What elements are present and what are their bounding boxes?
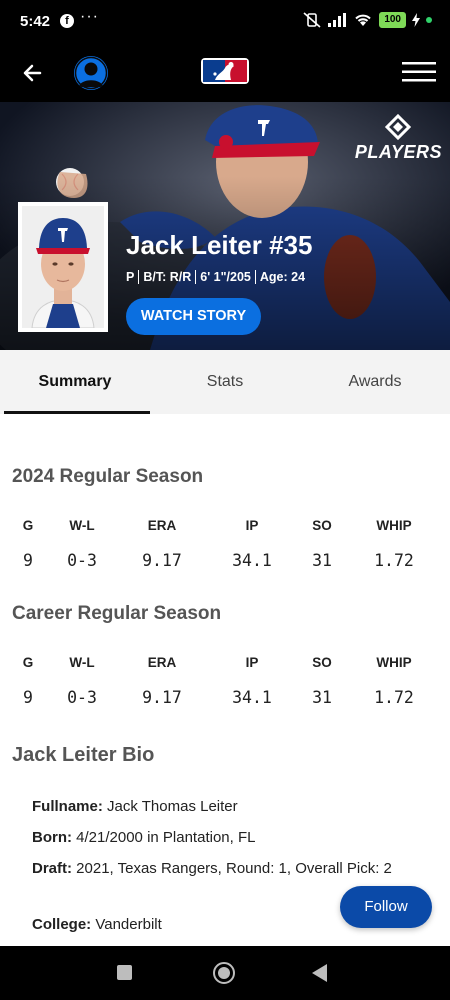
status-bar: 5:42 f ··· 100 bbox=[0, 0, 450, 44]
players-logo-text: PLAYERS bbox=[354, 142, 442, 162]
status-icons: 100 bbox=[303, 12, 432, 28]
hamburger-menu-icon bbox=[402, 62, 436, 82]
facebook-notification-icon: f bbox=[60, 14, 74, 28]
player-headshot bbox=[18, 202, 108, 332]
mlb-players-logo: PLAYERS bbox=[354, 114, 442, 164]
wifi-icon bbox=[355, 14, 372, 26]
bio-draft-value: 2021, Texas Rangers, Round: 1, Overall P… bbox=[76, 860, 392, 877]
status-time: 5:42 bbox=[20, 13, 51, 30]
mlb-logo-icon bbox=[201, 58, 249, 84]
season-stats-header: G W-L ERA IP SO WHIP bbox=[0, 518, 450, 538]
stat-header: SO bbox=[312, 518, 332, 533]
stat-value: 9.17 bbox=[142, 551, 182, 570]
stat-value: 9.17 bbox=[142, 688, 182, 707]
player-portrait-icon bbox=[22, 206, 104, 328]
stat-value: 34.1 bbox=[232, 551, 272, 570]
stat-value: 0-3 bbox=[67, 688, 97, 707]
bio-fullname-value: Jack Thomas Leiter bbox=[107, 798, 238, 815]
stat-header: IP bbox=[245, 518, 259, 533]
bio-born-value: 4/21/2000 in Plantation, FL bbox=[76, 829, 256, 846]
stat-header: W-L bbox=[69, 518, 95, 533]
career-title: Career Regular Season bbox=[12, 603, 222, 624]
stat-value: 31 bbox=[312, 688, 332, 707]
stat-header: IP bbox=[245, 655, 259, 670]
bio-fullname-label: Fullname: bbox=[32, 798, 103, 815]
follow-button[interactable]: Follow bbox=[340, 886, 432, 928]
stat-header: W-L bbox=[69, 655, 95, 670]
stat-value: 31 bbox=[312, 551, 332, 570]
meta-divider bbox=[195, 270, 197, 284]
bio-fullname: Fullname: Jack Thomas Leiter bbox=[32, 793, 422, 821]
arrow-left-icon bbox=[23, 64, 42, 82]
player-height-weight: 6' 1"/205 bbox=[200, 270, 251, 284]
stat-value: 9 bbox=[23, 688, 33, 707]
stat-header: G bbox=[22, 655, 34, 670]
stat-header: SO bbox=[312, 655, 332, 670]
stat-header: WHIP bbox=[376, 518, 412, 533]
career-stats-values: 9 0-3 9.17 34.1 31 1.72 bbox=[0, 688, 450, 708]
season-title: 2024 Regular Season bbox=[12, 466, 204, 487]
player-age: Age: 24 bbox=[259, 270, 306, 284]
mlb-logo[interactable] bbox=[201, 58, 249, 84]
meta-divider bbox=[254, 270, 256, 284]
user-avatar-icon bbox=[74, 56, 108, 90]
meta-divider bbox=[138, 270, 140, 284]
stat-header: WHIP bbox=[376, 655, 412, 670]
stat-header: G bbox=[22, 518, 34, 533]
bio-draft-label: Draft: bbox=[32, 860, 72, 877]
bio-college-value: Vanderbilt bbox=[95, 916, 162, 933]
stat-value: 1.72 bbox=[374, 551, 414, 570]
charging-icon bbox=[412, 13, 420, 27]
battery-indicator: 100 bbox=[379, 12, 406, 28]
tab-summary[interactable]: Summary bbox=[0, 350, 150, 414]
watch-story-button[interactable]: WATCH STORY bbox=[126, 298, 261, 335]
player-meta: P B/T: R/R 6' 1"/205 Age: 24 bbox=[126, 270, 305, 284]
stat-value: 34.1 bbox=[232, 688, 272, 707]
stat-value: 1.72 bbox=[374, 688, 414, 707]
tab-stats[interactable]: Stats bbox=[150, 350, 300, 414]
stat-header: ERA bbox=[147, 655, 177, 670]
home-button[interactable] bbox=[213, 962, 235, 984]
career-stats-header: G W-L ERA IP SO WHIP bbox=[0, 655, 450, 675]
bio-born-label: Born: bbox=[32, 829, 72, 846]
tab-bar: Summary Stats Awards bbox=[0, 350, 450, 414]
system-nav-bar bbox=[0, 946, 450, 1000]
system-back-button[interactable] bbox=[312, 964, 327, 982]
bio-title: Jack Leiter Bio bbox=[12, 744, 155, 766]
stat-value: 9 bbox=[23, 551, 33, 570]
players-diamond-icon bbox=[384, 114, 412, 141]
vibrate-mute-icon bbox=[303, 12, 321, 28]
summary-content[interactable]: 2024 Regular Season G W-L ERA IP SO WHIP… bbox=[0, 414, 450, 946]
stat-header: ERA bbox=[147, 518, 177, 533]
player-position: P bbox=[126, 270, 135, 284]
recents-button[interactable] bbox=[117, 965, 132, 980]
headshot-image bbox=[22, 206, 104, 328]
profile-button[interactable] bbox=[74, 56, 108, 90]
player-hero: PLAYERS Jack Leiter #35 P B/T: R/R 6' 1"… bbox=[0, 102, 450, 350]
player-name: Jack Leiter #35 bbox=[126, 230, 313, 260]
bio-born: Born: 4/21/2000 in Plantation, FL bbox=[32, 824, 422, 852]
season-stats-values: 9 0-3 9.17 34.1 31 1.72 bbox=[0, 551, 450, 571]
player-bats-throws: B/T: R/R bbox=[143, 270, 192, 284]
bio-draft: Draft: 2021, Texas Rangers, Round: 1, Ov… bbox=[32, 855, 417, 883]
app-bar bbox=[0, 44, 450, 102]
back-button[interactable] bbox=[18, 58, 48, 88]
more-notifications-indicator: ··· bbox=[80, 8, 99, 25]
bio-college-label: College: bbox=[32, 916, 92, 933]
tab-awards[interactable]: Awards bbox=[300, 350, 450, 414]
stat-value: 0-3 bbox=[67, 551, 97, 570]
signal-icon bbox=[328, 13, 347, 27]
privacy-indicator-dot bbox=[426, 17, 432, 23]
menu-button[interactable] bbox=[402, 59, 436, 85]
